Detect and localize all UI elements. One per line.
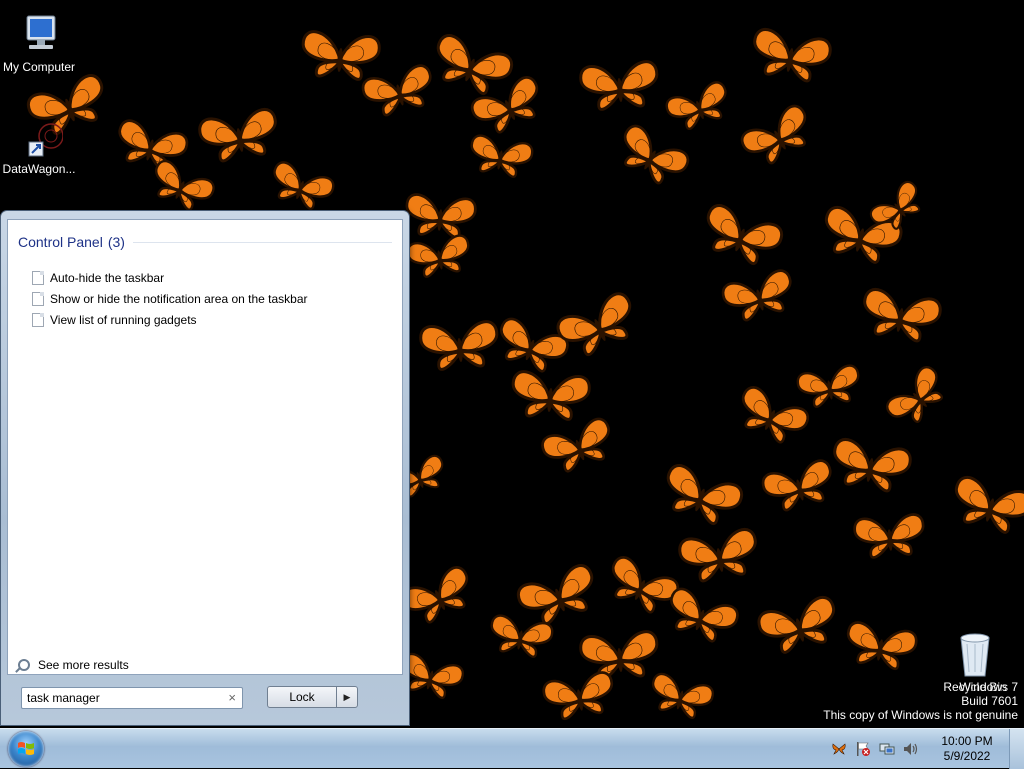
search-input[interactable] — [27, 689, 217, 707]
butterfly-graphic — [541, 417, 610, 473]
butterfly-graphic — [301, 30, 381, 81]
my-computer-icon[interactable]: My Computer — [0, 8, 78, 74]
document-icon — [32, 271, 44, 285]
notification-area: 10:00 PM 5/9/2022 — [827, 729, 1024, 769]
see-more-results-link[interactable]: See more results — [18, 658, 129, 672]
butterfly-graphic — [405, 193, 477, 239]
butterfly-graphic — [511, 370, 591, 421]
butterfly-graphic — [470, 134, 534, 178]
group-title: Control Panel — [18, 234, 103, 250]
butterfly-graphic — [579, 630, 659, 681]
watermark-line1: Windows 7 — [959, 680, 1018, 694]
butterfly-graphic — [118, 119, 189, 172]
group-divider — [132, 241, 392, 243]
computer-icon — [26, 15, 56, 49]
butterfly-graphic — [361, 64, 432, 117]
clear-search-icon[interactable]: × — [228, 690, 236, 705]
butterfly-graphic — [623, 124, 690, 185]
datawagon-label: DataWagon... — [2, 162, 76, 176]
butterfly-graphic — [706, 204, 784, 265]
network-icon[interactable] — [878, 740, 896, 758]
butterfly-graphic — [761, 459, 832, 512]
lock-button[interactable]: Lock — [267, 686, 337, 708]
result-label: Show or hide the notification area on th… — [50, 292, 308, 306]
butterfly-graphic — [401, 566, 469, 624]
butterfly-graphic — [516, 564, 594, 625]
butterfly-graphic — [833, 438, 912, 493]
butterfly-graphic — [740, 104, 807, 165]
butterfly-graphic — [846, 621, 918, 670]
butterfly-graphic — [886, 366, 944, 424]
document-icon — [32, 292, 44, 306]
butterfly-graphic — [796, 364, 860, 408]
action-center-flag-icon[interactable] — [854, 740, 872, 758]
butterfly-graphic — [273, 161, 335, 210]
butterfly-graphic — [436, 34, 514, 95]
butterfly-graphic — [579, 60, 659, 111]
trash-icon — [960, 633, 990, 677]
butterfly-graphic — [741, 386, 809, 444]
butterfly-graphic — [419, 320, 499, 371]
group-count: (3) — [107, 234, 125, 250]
result-label: View list of running gadgets — [50, 313, 197, 327]
butterfly-graphic — [611, 556, 679, 614]
butterfly-graphic — [853, 513, 925, 559]
power-options-arrow-icon[interactable]: ▶ — [336, 686, 358, 708]
butterfly-graphic — [666, 464, 744, 525]
taskbar: 10:00 PM 5/9/2022 — [0, 728, 1024, 769]
datawagon-shortcut[interactable]: DataWagon... — [0, 118, 78, 176]
butterfly-graphic — [406, 234, 470, 278]
show-desktop-button[interactable] — [1009, 729, 1024, 769]
document-icon — [32, 313, 44, 327]
butterfly-graphic — [678, 528, 757, 583]
butterfly-graphic — [757, 596, 836, 654]
butterfly-graphic — [721, 269, 792, 322]
search-results-pane: Control Panel (3) Auto-hide the taskbar … — [7, 219, 403, 675]
butterfly-graphic — [670, 587, 739, 643]
butterfly-graphic — [651, 672, 715, 719]
magnifier-icon — [18, 659, 30, 671]
result-running-gadgets[interactable]: View list of running gadgets — [32, 310, 197, 330]
butterfly-graphic — [753, 28, 832, 83]
start-menu: Control Panel (3) Auto-hide the taskbar … — [0, 210, 410, 726]
clock-time: 10:00 PM — [941, 734, 993, 748]
system-clock[interactable]: 10:00 PM 5/9/2022 — [929, 734, 1005, 764]
result-auto-hide-taskbar[interactable]: Auto-hide the taskbar — [32, 268, 164, 288]
butterfly-tray-icon[interactable] — [830, 740, 848, 758]
control-panel-group-header[interactable]: Control Panel (3) — [18, 234, 392, 250]
watermark-line3: This copy of Windows is not genuine — [823, 708, 1018, 722]
windows-genuine-watermark: Windows 7 Build 7601 This copy of Window… — [823, 680, 1018, 722]
butterfly-graphic — [556, 292, 632, 357]
butterfly-graphic — [198, 108, 277, 163]
result-notification-area[interactable]: Show or hide the notification area on th… — [32, 289, 308, 309]
start-button[interactable] — [8, 731, 44, 767]
volume-icon[interactable] — [902, 740, 920, 758]
butterfly-graphic — [863, 288, 942, 343]
butterfly-graphic — [155, 159, 215, 211]
clock-date: 5/9/2022 — [943, 749, 991, 763]
my-computer-label: My Computer — [2, 60, 76, 74]
start-search-box[interactable]: × — [21, 687, 243, 709]
windows-logo-icon — [18, 742, 34, 755]
butterfly-graphic — [954, 476, 1024, 534]
watermark-line2: Build 7601 — [961, 694, 1018, 708]
butterfly-graphic — [665, 81, 727, 130]
result-label: Auto-hide the taskbar — [50, 271, 165, 285]
see-more-label: See more results — [38, 658, 129, 672]
datawagon-icon — [28, 123, 63, 157]
butterfly-graphic — [542, 671, 614, 720]
